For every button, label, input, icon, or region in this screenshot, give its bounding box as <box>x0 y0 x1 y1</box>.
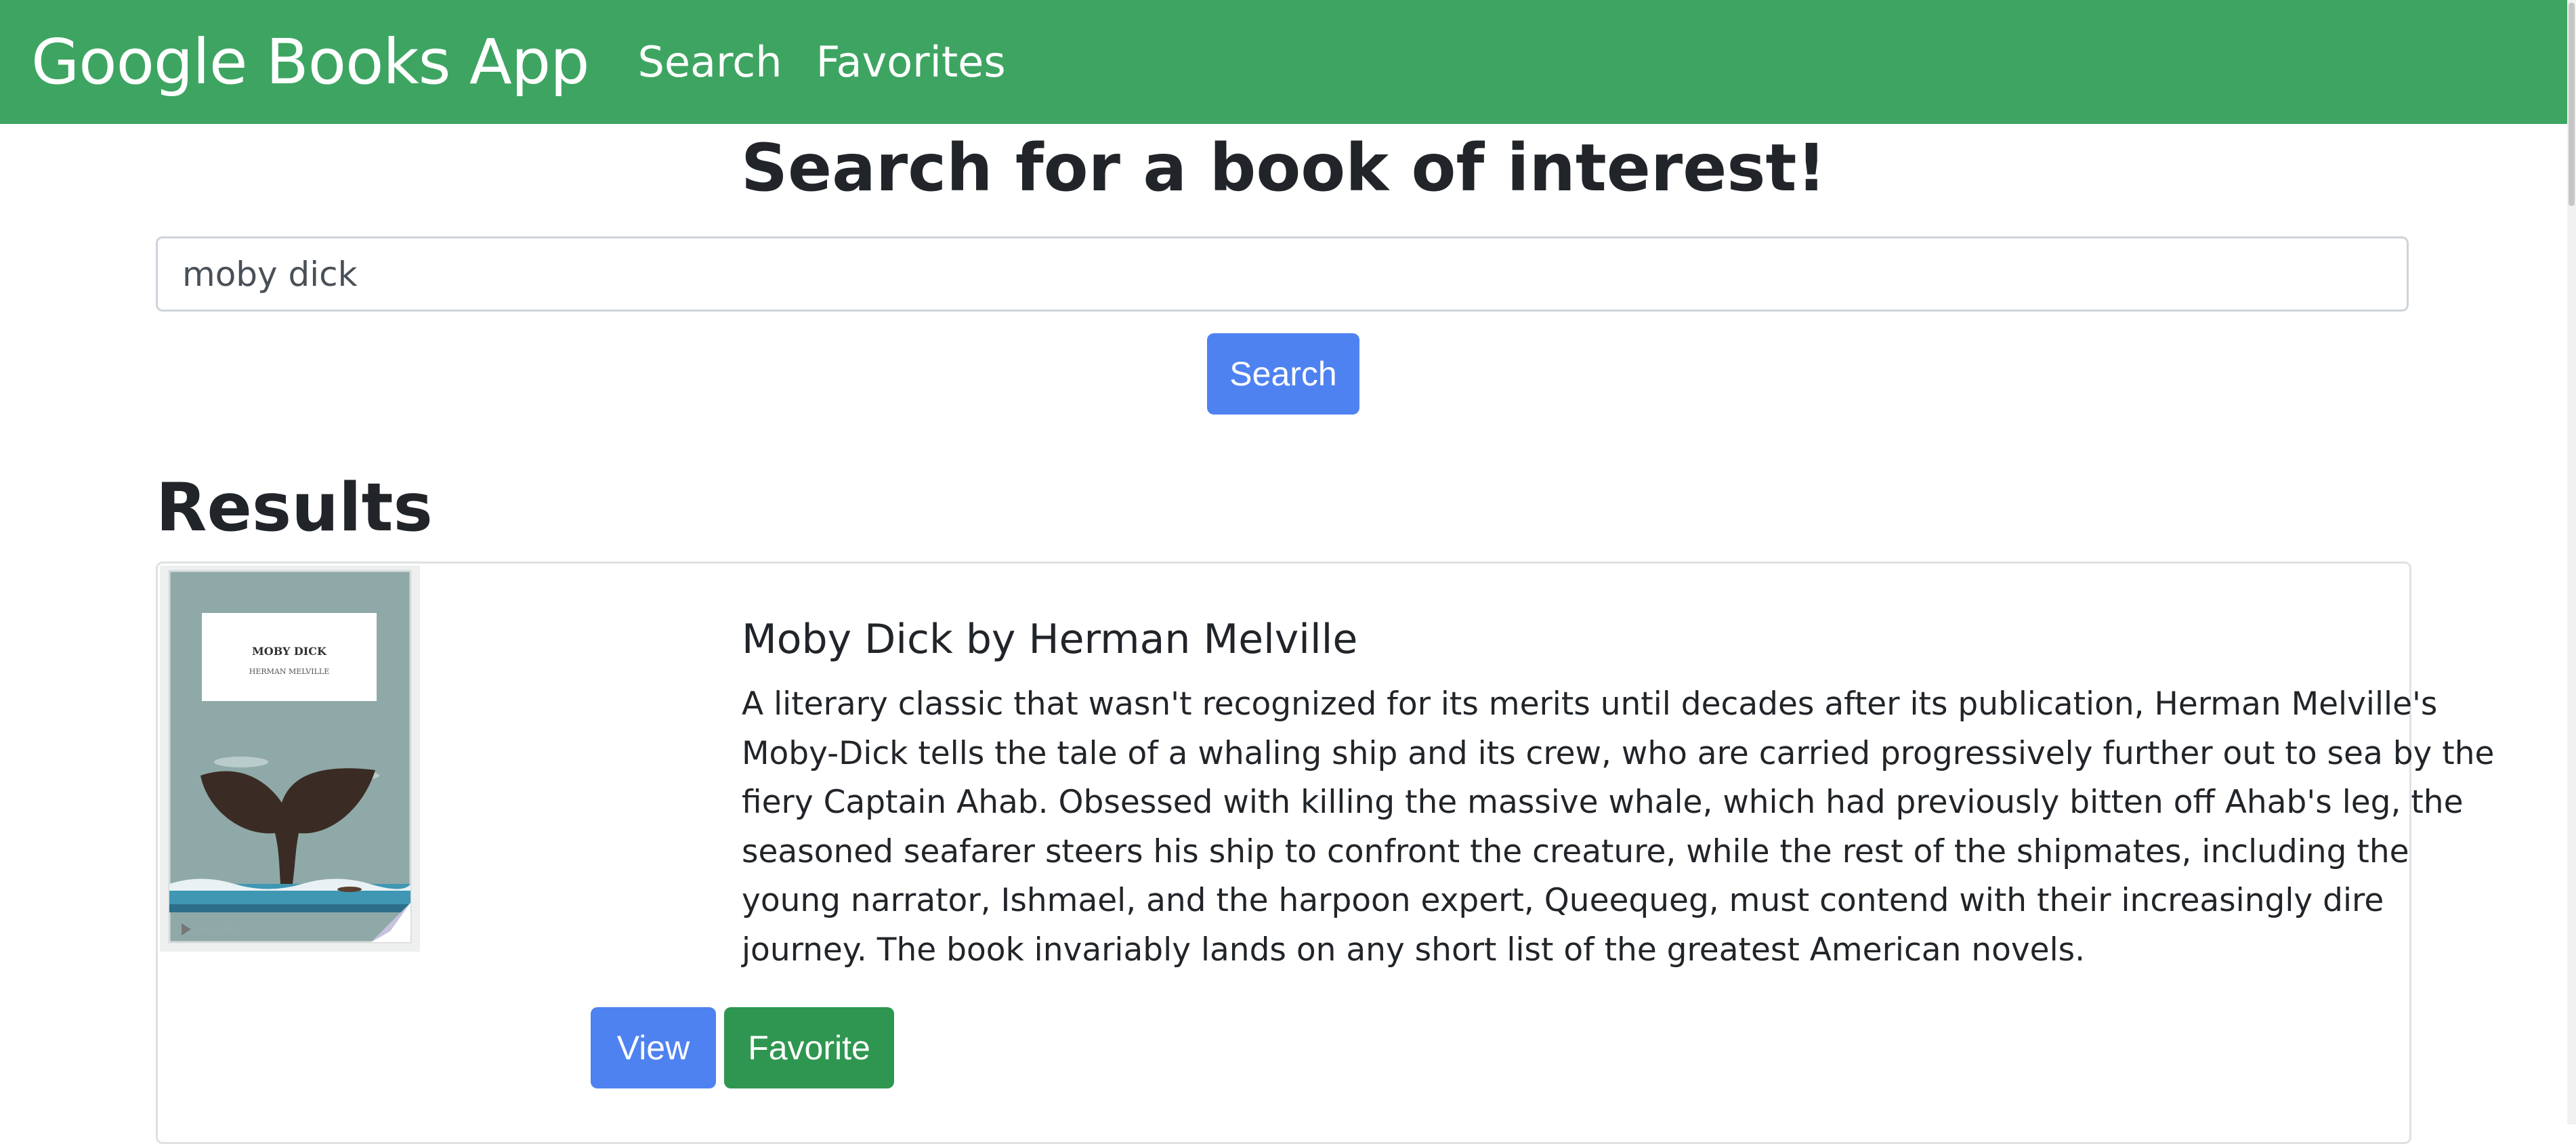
book-title: Moby Dick by Herman Melville <box>742 616 1358 663</box>
page-scrollbar[interactable] <box>2567 0 2576 1124</box>
search-input[interactable] <box>156 236 2409 312</box>
book-description: A literary classic that wasn't recognize… <box>742 685 2495 969</box>
cover-author-text: HERMAN MELVILLE <box>249 667 329 676</box>
nav-link-favorites[interactable]: Favorites <box>816 37 1006 87</box>
cover-title-text: MOBY DICK <box>252 645 327 658</box>
scrollbar-thumb[interactable] <box>2569 3 2575 206</box>
book-cover: MOBY DICK HERMAN MELVILLE Google Play <box>160 566 420 952</box>
page-title: Search for a book of interest! <box>740 130 1827 206</box>
cover-badge-text: Google Play <box>196 926 241 935</box>
brand-logo[interactable]: Google Books App <box>31 26 590 98</box>
search-button[interactable]: Search <box>1207 333 1359 415</box>
view-button[interactable]: View <box>591 1007 716 1088</box>
favorite-button[interactable]: Favorite <box>724 1007 894 1088</box>
book-cover-image: MOBY DICK HERMAN MELVILLE Google Play <box>160 566 420 952</box>
nav-link-search[interactable]: Search <box>638 37 782 87</box>
results-heading: Results <box>156 469 433 547</box>
result-card: MOBY DICK HERMAN MELVILLE Google Play Mo… <box>156 562 2494 1144</box>
navbar: Google Books App Search Favorites <box>0 0 2567 124</box>
